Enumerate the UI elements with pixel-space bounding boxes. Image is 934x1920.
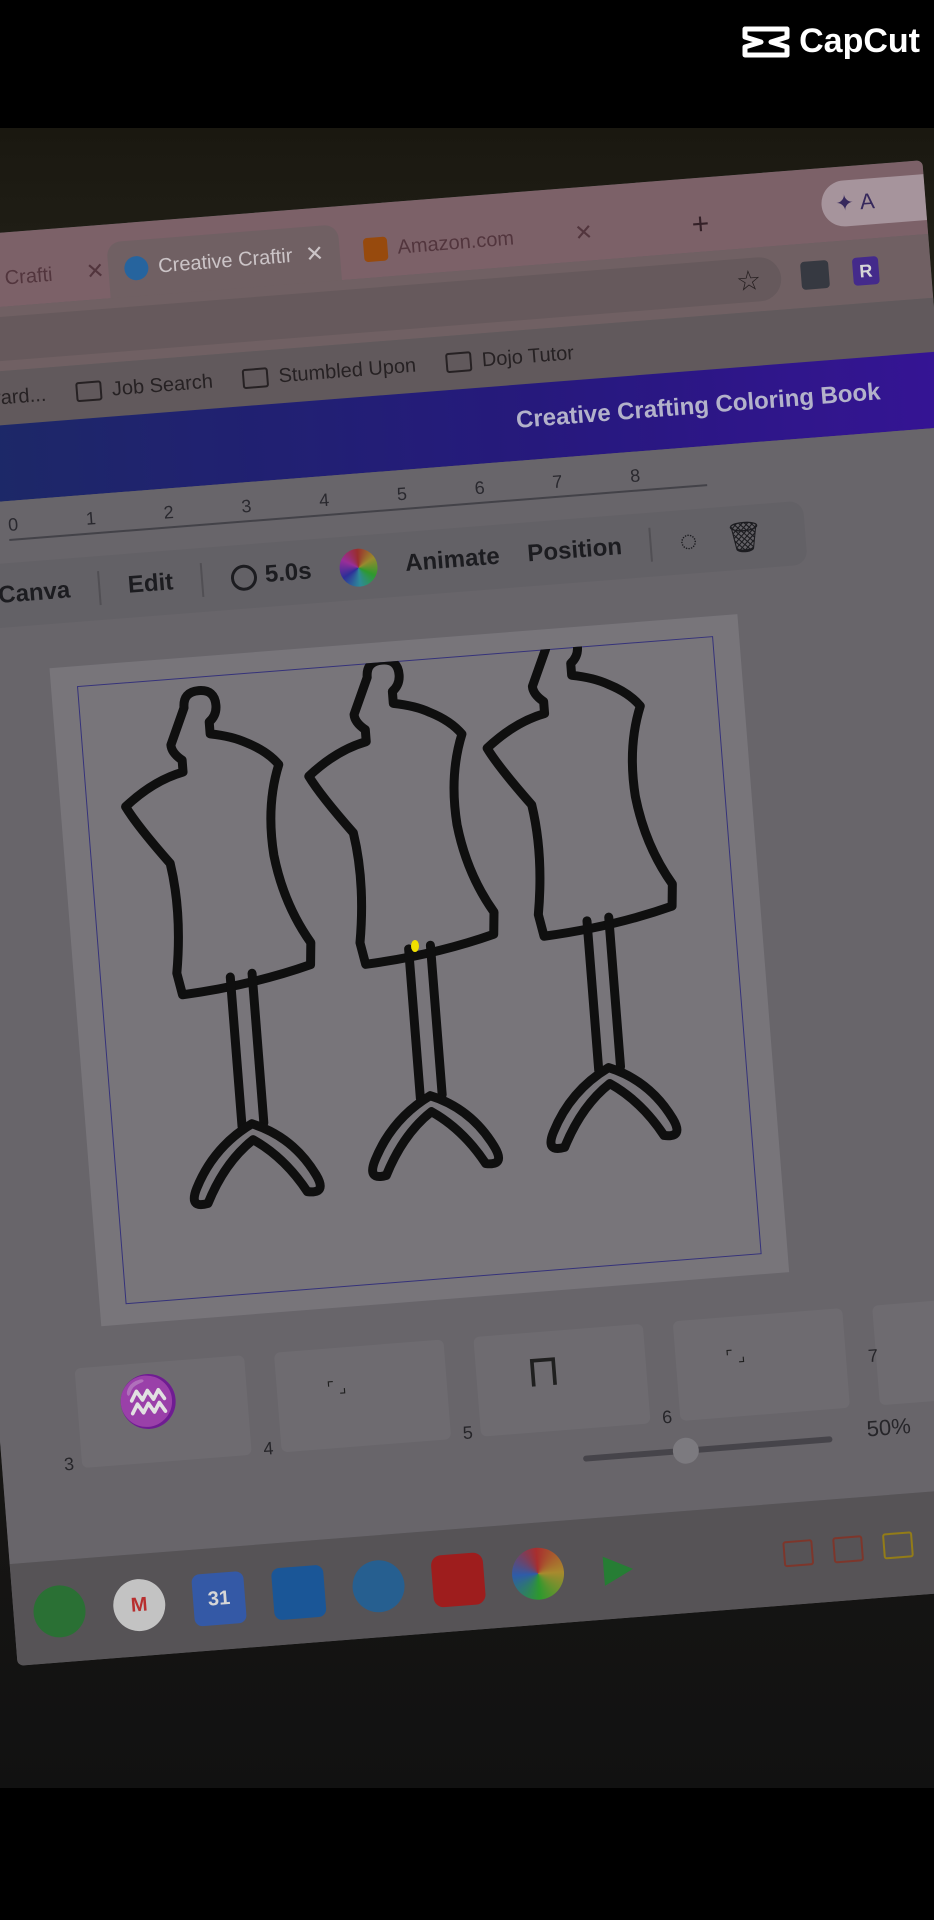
new-tab-button[interactable]: + xyxy=(690,207,710,242)
divider xyxy=(96,571,102,606)
cursor-highlight xyxy=(411,940,419,952)
play-store-icon[interactable]: ▶ xyxy=(590,1539,646,1595)
ruler-tick: 3 xyxy=(240,495,253,517)
profile-avatar[interactable]: R xyxy=(851,255,880,286)
dress-forms-illustration[interactable] xyxy=(97,637,744,1302)
page-thumbnail[interactable]: 4 ⌜ ⌟ xyxy=(263,1339,452,1459)
page-number: 5 xyxy=(462,1422,474,1444)
capcut-watermark: CapCut xyxy=(741,22,920,61)
trash-icon[interactable]: 🗑 xyxy=(724,518,765,556)
ruler-tick: 0 xyxy=(7,514,19,536)
page-thumbnail[interactable]: 5 ⊓ xyxy=(462,1323,651,1443)
zoom-percentage[interactable]: 50% xyxy=(866,1413,912,1442)
close-icon[interactable]: ✕ xyxy=(574,219,594,246)
dress-form-icon xyxy=(304,655,504,1182)
canva-editor: 0 1 2 3 4 5 6 7 8 Ask Canva Edit 5.0s An… xyxy=(0,427,934,1565)
corner-frame-icon: ⌜ ⌟ xyxy=(725,1347,746,1367)
page-thumbnail[interactable]: 7 xyxy=(867,1299,934,1406)
page-number: 3 xyxy=(63,1453,75,1475)
document-title[interactable]: Creative Crafting Coloring Book xyxy=(515,378,881,435)
bookmark-toward[interactable]: e // Toward... xyxy=(0,383,47,415)
sparkle-icon: ✦ xyxy=(834,189,861,217)
page-number: 7 xyxy=(867,1345,879,1367)
zoom-knob[interactable] xyxy=(671,1436,700,1465)
tray-app-icon xyxy=(831,1535,864,1564)
laptop-screen: Creative Crafti ✕ Creative Craftir ✕ Ama… xyxy=(0,160,934,1666)
comment-add-icon[interactable]: ◌ xyxy=(678,524,698,559)
ask-canva-button[interactable]: Ask Canva xyxy=(0,576,71,614)
bookmark-label: Dojo Tutor xyxy=(480,341,575,371)
amazon-favicon-icon xyxy=(362,236,389,263)
dress-form-icon xyxy=(121,686,325,1210)
bookmark-label: Stumbled Upon xyxy=(277,354,417,387)
corner-frame-icon: ⌜ ⌟ xyxy=(326,1379,347,1398)
page-number: 4 xyxy=(262,1438,275,1459)
files-app-icon[interactable] xyxy=(270,1564,327,1621)
ruler-tick: 5 xyxy=(396,483,408,505)
folder-icon xyxy=(445,351,473,374)
animate-button[interactable]: Animate xyxy=(404,543,501,578)
edit-button[interactable]: Edit xyxy=(127,568,174,599)
youtube-app-icon[interactable] xyxy=(430,1552,487,1608)
page-thumbnail[interactable]: 3 ♒ xyxy=(63,1355,252,1475)
spark-label: A xyxy=(858,188,876,215)
tab-label: Creative Crafti xyxy=(0,263,54,295)
capcut-brand-label: CapCut xyxy=(799,22,920,60)
bookmark-label: e // Toward... xyxy=(0,383,47,414)
folder-icon xyxy=(75,380,103,403)
calendar-app-icon[interactable]: 31 xyxy=(191,1570,247,1627)
bookmark-stumbled-upon[interactable]: Stumbled Upon xyxy=(241,354,417,391)
close-icon[interactable]: ✕ xyxy=(85,258,105,285)
photo-of-screen: Creative Crafti ✕ Creative Craftir ✕ Ama… xyxy=(0,128,934,1788)
ruler-tick: 7 xyxy=(551,471,564,493)
dress-form-icon xyxy=(482,637,682,1153)
photos-app-icon[interactable] xyxy=(510,1545,567,1602)
sheets-app-icon[interactable] xyxy=(31,1583,88,1640)
close-icon[interactable]: ✕ xyxy=(304,240,324,267)
chat-app-icon[interactable] xyxy=(350,1558,407,1615)
ruler-tick: 4 xyxy=(318,489,330,511)
system-tray[interactable]: 🎙 US xyxy=(781,1524,934,1568)
duration-label: 5.0s xyxy=(263,557,313,589)
bookmark-job-search[interactable]: Job Search xyxy=(75,370,214,404)
capcut-logo-icon xyxy=(742,26,790,57)
bookmark-label: Job Search xyxy=(111,370,214,400)
tray-app-icon xyxy=(881,1531,914,1560)
extension-icon[interactable] xyxy=(799,259,831,291)
zoom-track xyxy=(582,1436,833,1462)
divider xyxy=(199,562,205,598)
ruler-tick: 6 xyxy=(473,477,486,499)
tab-label: Creative Craftir xyxy=(157,244,294,277)
canva-favicon-icon xyxy=(123,255,150,282)
bookmark-dojo-tutor[interactable]: Dojo Tutor xyxy=(445,342,575,375)
knitting-icon: ♒ xyxy=(115,1371,182,1433)
folder-icon xyxy=(241,367,270,390)
page-number: 6 xyxy=(661,1406,673,1428)
duration-button[interactable]: 5.0s xyxy=(230,557,313,592)
page-thumbnail[interactable]: 6 ⌜ ⌟ xyxy=(661,1308,850,1427)
bookmark-star-icon[interactable]: ☆ xyxy=(735,263,763,298)
divider xyxy=(648,527,654,562)
ruler-tick: 1 xyxy=(85,508,97,529)
position-button[interactable]: Position xyxy=(526,533,623,568)
color-wheel-icon[interactable] xyxy=(337,547,379,589)
ruler-tick: 8 xyxy=(629,465,641,487)
clock-icon xyxy=(230,563,259,592)
spark-button[interactable]: ✦ A xyxy=(819,174,928,229)
gmail-app-icon[interactable]: M xyxy=(111,1577,168,1634)
sewing-table-icon: ⊓ xyxy=(524,1345,563,1397)
tab-label: Amazon.com xyxy=(396,227,515,259)
ruler-tick: 2 xyxy=(162,502,175,523)
tray-app-icon xyxy=(781,1539,814,1568)
design-page[interactable] xyxy=(49,614,790,1327)
